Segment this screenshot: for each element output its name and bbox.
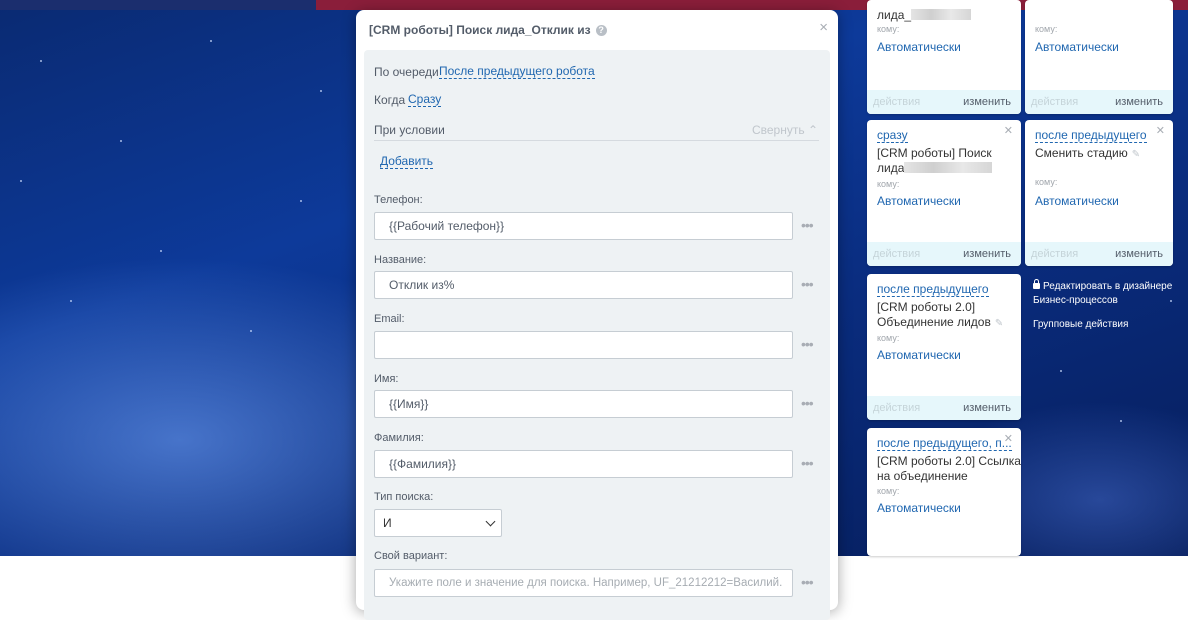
robot-card-footer: действия изменить (867, 396, 1021, 420)
robot-trigger-link[interactable]: после предыдущего, п... (877, 436, 1012, 451)
robot-card[interactable]: лида_ кому: Автоматически действия измен… (867, 0, 1021, 114)
more-icon[interactable]: ••• (801, 276, 814, 292)
robot-name: лида_ (877, 8, 972, 23)
robot-recipient-label: кому: (1035, 24, 1058, 34)
robot-recipient-link[interactable]: Автоматически (877, 40, 961, 54)
title-input[interactable]: Отклик из% (374, 271, 793, 299)
designer-link[interactable]: Редактировать в дизайнере Бизнес-процессо… (1033, 279, 1172, 308)
robot-card[interactable]: после предыдущего, п... ✕ [CRM роботы 2.… (867, 428, 1021, 556)
email-label: Email: (374, 313, 405, 325)
name-input[interactable]: {{Имя}} (374, 390, 793, 418)
custom-input[interactable]: Укажите поле и значение для поиска. Напр… (374, 569, 793, 597)
close-icon[interactable]: ✕ (1004, 432, 1013, 445)
robot-card[interactable]: после предыдущего [CRM роботы 2.0] Объеди… (867, 274, 1021, 420)
robot-recipient-label: кому: (877, 179, 900, 189)
robot-trigger-link[interactable]: после предыдущего (877, 282, 989, 297)
search-type-select[interactable]: И (374, 509, 502, 537)
order-label: По очереди (374, 65, 439, 79)
phone-label: Телефон: (374, 194, 423, 206)
robot-card-footer: действия изменить (1025, 90, 1173, 114)
email-input[interactable] (374, 331, 793, 359)
robot-edit-button[interactable]: изменить (963, 248, 1011, 260)
when-label: Когда (374, 93, 406, 107)
more-icon[interactable]: ••• (801, 395, 814, 411)
order-link[interactable]: После предыдущего робота (439, 64, 595, 79)
robot-actions-button[interactable]: действия (873, 96, 920, 108)
robot-edit-button[interactable]: изменить (963, 96, 1011, 108)
group-actions-link[interactable]: Групповые действия (1033, 318, 1128, 332)
more-icon[interactable]: ••• (801, 336, 814, 352)
close-icon[interactable]: ✕ (1156, 124, 1165, 137)
robot-trigger-link[interactable]: после предыдущего (1035, 128, 1147, 143)
phone-input[interactable]: {{Рабочий телефон}} (374, 212, 793, 240)
robot-recipient-link[interactable]: Автоматически (877, 348, 961, 362)
robot-name: [CRM роботы 2.0] Ссылка на объединение (877, 454, 1021, 483)
robot-recipient-link[interactable]: Автоматически (1035, 40, 1119, 54)
close-icon[interactable]: ✕ (1004, 124, 1013, 137)
robot-recipient-link[interactable]: Автоматически (877, 501, 961, 515)
lastname-label: Фамилия: (374, 432, 424, 444)
condition-label: При условии (374, 123, 445, 137)
more-icon[interactable]: ••• (801, 217, 814, 233)
pencil-icon[interactable]: ✎ (995, 318, 1003, 329)
robot-trigger-link[interactable]: сразу (877, 128, 908, 143)
robot-actions-button[interactable]: действия (873, 402, 920, 414)
robot-settings-dialog: [CRM роботы] Поиск лида_Отклик из? × По … (356, 10, 838, 620)
robot-actions-button[interactable]: действия (873, 248, 920, 260)
divider (374, 140, 819, 141)
robot-edit-button[interactable]: изменить (1115, 96, 1163, 108)
robot-card[interactable]: кому: Автоматически действия изменить (1025, 0, 1173, 114)
pencil-icon[interactable]: ✎ (1132, 149, 1140, 160)
when-link[interactable]: Сразу (408, 92, 442, 107)
more-icon[interactable]: ••• (801, 574, 814, 590)
dialog-title: [CRM роботы] Поиск лида_Отклик из? (369, 23, 607, 37)
add-condition-link[interactable]: Добавить (380, 154, 434, 169)
chevron-down-icon (485, 516, 496, 527)
help-icon[interactable]: ? (595, 25, 607, 36)
robot-edit-button[interactable]: изменить (1115, 248, 1163, 260)
name-label: Имя: (374, 373, 399, 385)
robot-card-footer: действия изменить (1025, 242, 1173, 266)
settings-panel: По очереди После предыдущего робота Когд… (364, 50, 830, 620)
close-icon[interactable]: × (819, 19, 828, 36)
title-label: Название: (374, 254, 427, 266)
robot-actions-button[interactable]: действия (1031, 248, 1078, 260)
robot-name: [CRM роботы] Поиск лида (877, 146, 993, 175)
robot-recipient-label: кому: (877, 24, 900, 34)
robot-actions-button[interactable]: действия (1031, 96, 1078, 108)
chevron-up-icon: ⌃ (807, 123, 818, 137)
custom-label: Свой вариант: (374, 550, 448, 562)
robot-card[interactable]: после предыдущего ✕ Сменить стадию ✎ кому… (1025, 120, 1173, 266)
robot-edit-button[interactable]: изменить (963, 402, 1011, 414)
more-icon[interactable]: ••• (801, 455, 814, 471)
robot-recipient-link[interactable]: Автоматически (877, 194, 961, 208)
robot-card[interactable]: сразу ✕ [CRM роботы] Поиск лида кому: Авт… (867, 120, 1021, 266)
lastname-input[interactable]: {{Фамилия}} (374, 450, 793, 478)
search-type-label: Тип поиска: (374, 491, 434, 503)
robot-recipient-label: кому: (877, 486, 900, 496)
robot-name: Сменить стадию ✎ (1035, 146, 1141, 160)
robot-recipient-link[interactable]: Автоматически (1035, 194, 1119, 208)
collapse-button[interactable]: Свернуть ⌃ (752, 123, 818, 137)
robot-recipient-label: кому: (877, 333, 900, 343)
robot-card-footer: действия изменить (867, 90, 1021, 114)
robot-card-footer: действия изменить (867, 242, 1021, 266)
lock-icon (1033, 279, 1040, 289)
robot-recipient-label: кому: (1035, 177, 1058, 187)
robot-name: [CRM роботы 2.0] Объединение лидов ✎ (877, 300, 1004, 329)
